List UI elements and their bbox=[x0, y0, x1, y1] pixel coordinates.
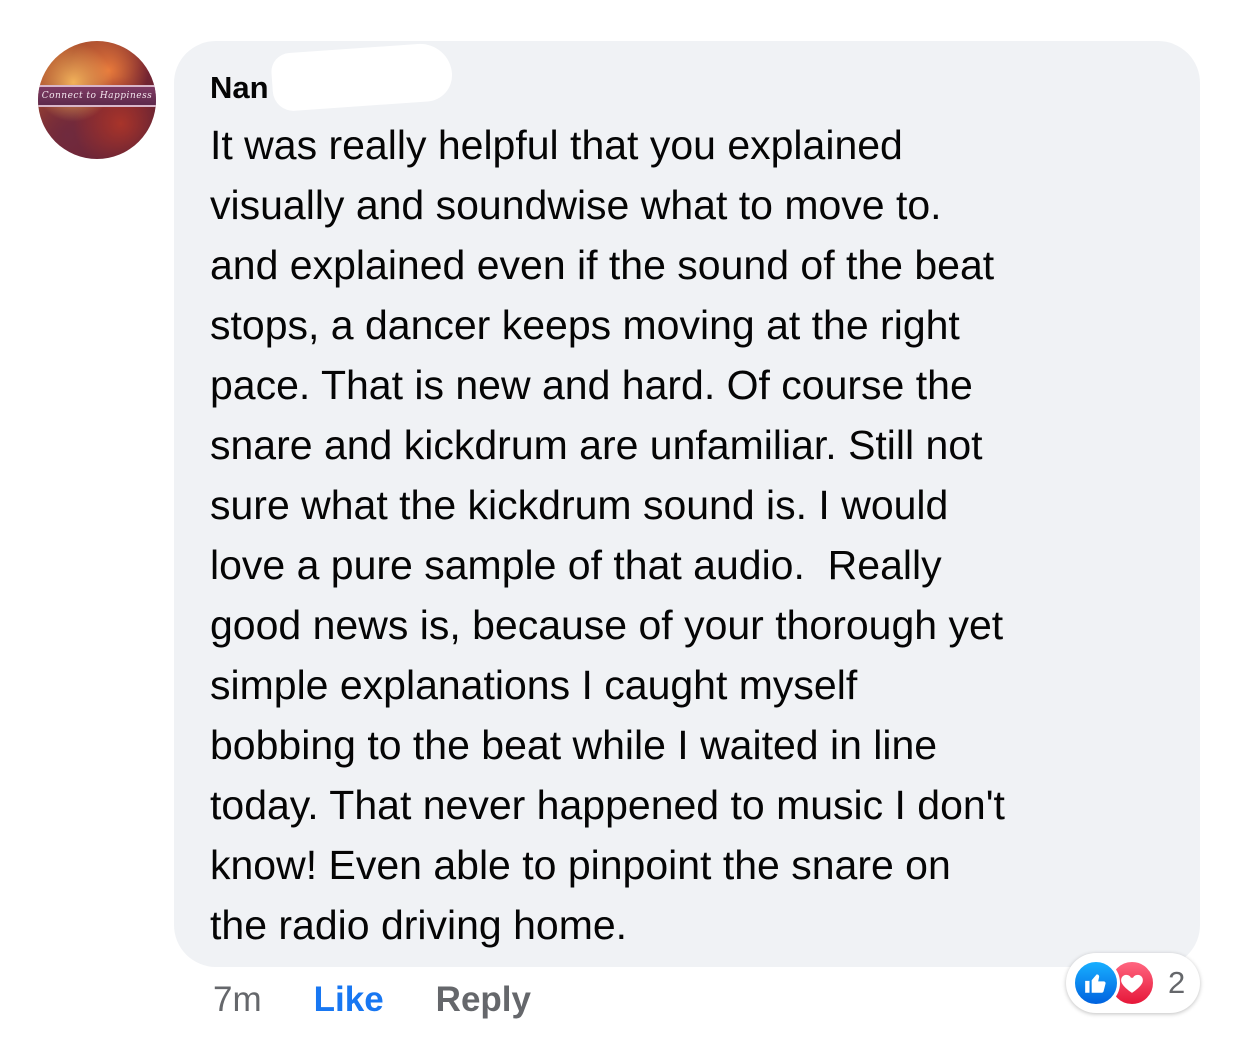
comment-author-name[interactable]: Nan bbox=[210, 66, 269, 110]
comment-text-line: snare and kickdrum are unfamiliar. Still… bbox=[210, 422, 983, 468]
thumbs-up-icon bbox=[1085, 974, 1106, 993]
comment-text-line: sure what the kickdrum sound is. I would bbox=[210, 482, 949, 528]
comment-text: It was really helpful that you explained… bbox=[210, 115, 1180, 955]
comment-text-line: stops, a dancer keeps moving at the righ… bbox=[210, 302, 960, 348]
reply-button[interactable]: Reply bbox=[436, 980, 531, 1020]
comment-actions: 7m Like Reply bbox=[213, 974, 531, 1026]
avatar-logo-text: Connect to Happiness bbox=[38, 85, 156, 107]
reaction-summary[interactable]: 2 bbox=[1066, 953, 1200, 1013]
comment-text-line: love a pure sample of that audio. Really bbox=[210, 542, 942, 588]
comment-text-line: pace. That is new and hard. Of course th… bbox=[210, 362, 973, 408]
avatar[interactable]: Connect to Happiness bbox=[38, 41, 156, 159]
comment-text-line: It was really helpful that you explained bbox=[210, 122, 903, 168]
comment-text-line: simple explanations I caught myself bbox=[210, 662, 858, 708]
comment-text-line: today. That never happened to music I do… bbox=[210, 782, 1005, 828]
comment-text-line: and explained even if the sound of the b… bbox=[210, 242, 995, 288]
comment-text-line: the radio driving home. bbox=[210, 902, 628, 948]
reaction-count: 2 bbox=[1168, 965, 1186, 1000]
comment-text-line: good news is, because of your thorough y… bbox=[210, 602, 1004, 648]
heart-icon bbox=[1121, 974, 1143, 993]
like-reaction-icon bbox=[1072, 959, 1120, 1007]
comment-text-line: know! Even able to pinpoint the snare on bbox=[210, 842, 951, 888]
like-button[interactable]: Like bbox=[314, 980, 384, 1020]
comment-timestamp[interactable]: 7m bbox=[213, 980, 262, 1020]
comment-text-line: bobbing to the beat while I waited in li… bbox=[210, 722, 938, 768]
comment-text-line: visually and soundwise what to move to. bbox=[210, 182, 942, 228]
